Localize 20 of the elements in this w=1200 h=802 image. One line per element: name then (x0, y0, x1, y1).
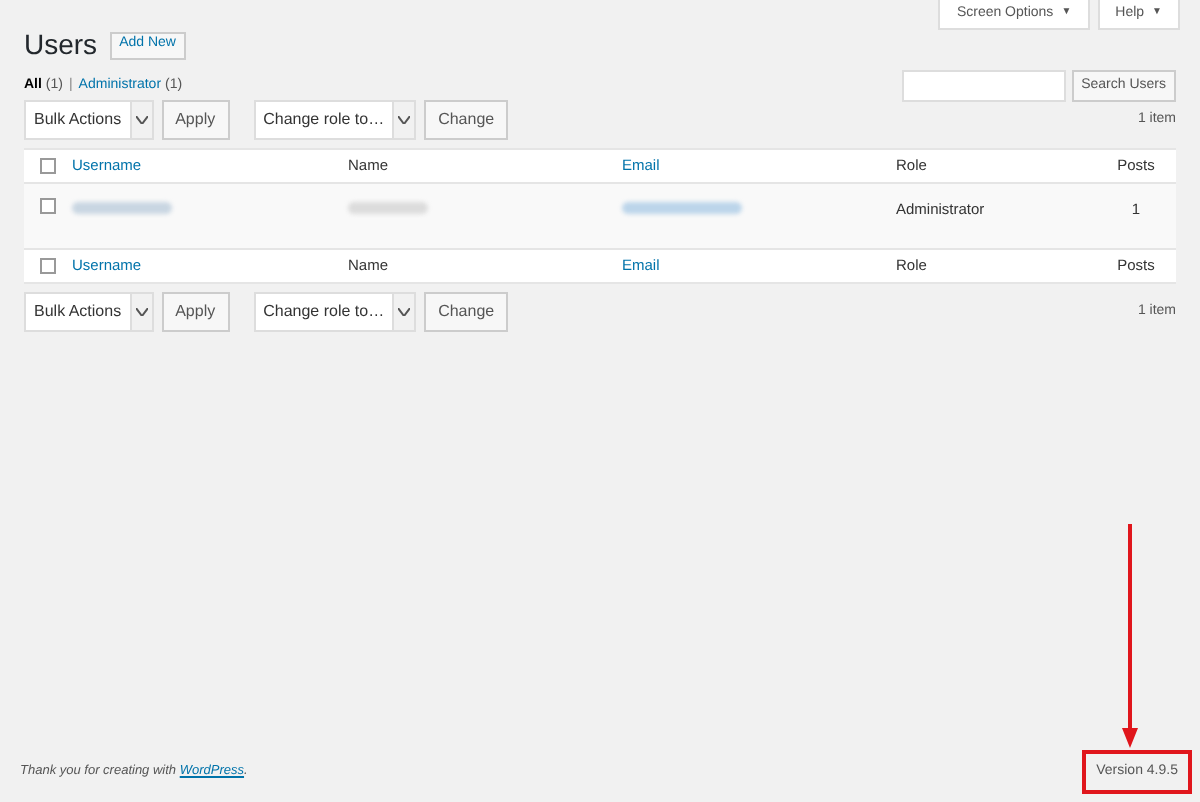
dropdown[interactable]: Bulk Actions (24, 100, 154, 140)
chevron-icon (135, 308, 148, 316)
action-button[interactable]: Change (424, 292, 509, 332)
checkbox[interactable] (40, 198, 56, 214)
chevron-icon (398, 116, 411, 124)
action-button[interactable]: Change (424, 100, 509, 140)
checkbox[interactable] (40, 258, 56, 274)
blurred-text (622, 202, 742, 214)
blurred-text (348, 202, 428, 214)
dropdown[interactable]: Change role to… (253, 100, 417, 140)
chevron-icon (398, 308, 411, 316)
dropdown[interactable]: Change role to… (253, 292, 417, 332)
checkbox[interactable] (40, 158, 56, 174)
dropdown[interactable]: Bulk Actions (24, 292, 154, 332)
action-button[interactable]: Apply (161, 100, 230, 140)
search-field[interactable] (901, 70, 1066, 102)
chevron-icon (135, 116, 148, 124)
page-title: Users (24, 26, 98, 64)
action-button[interactable]: Apply (161, 292, 230, 332)
blurred-text (72, 202, 172, 214)
